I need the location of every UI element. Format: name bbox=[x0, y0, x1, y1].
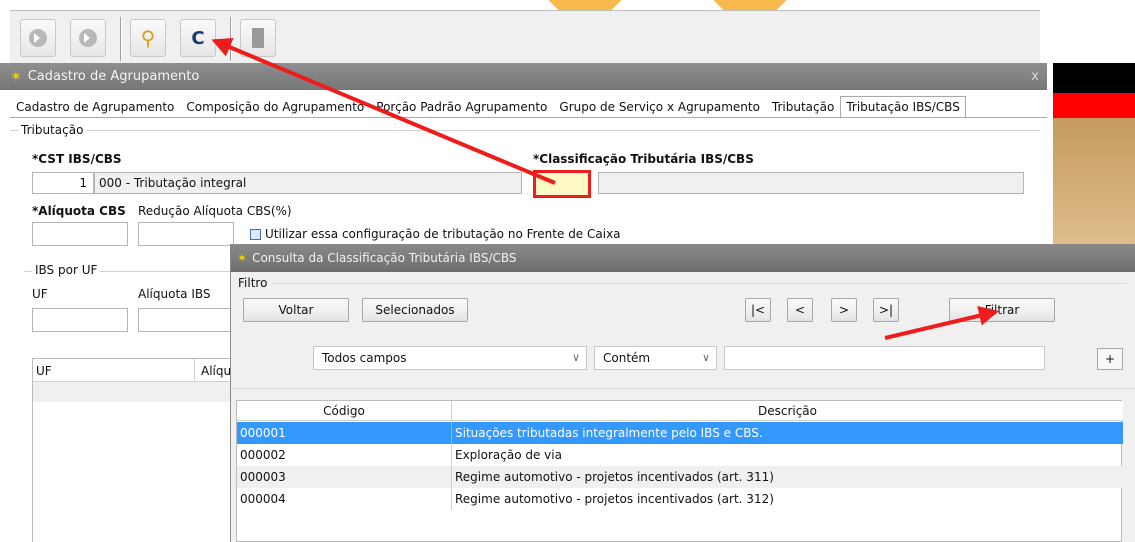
row-codigo: 000002 bbox=[237, 444, 452, 466]
classificacao-grid: Código Descrição 000001 Situações tribut… bbox=[236, 400, 1123, 542]
uf-grid-col-uf: UF bbox=[33, 359, 195, 381]
operator-select-value: Contém bbox=[603, 351, 651, 365]
disabled-bar-icon bbox=[252, 28, 264, 48]
disabled-button[interactable] bbox=[240, 19, 276, 57]
nav-first-button[interactable]: |< bbox=[745, 298, 771, 322]
reducao-aliquota-field[interactable] bbox=[138, 222, 234, 246]
uf-grid-header: UF Alíquo bbox=[33, 359, 243, 382]
nav-prev-button[interactable]: < bbox=[787, 298, 813, 322]
tab-porcao[interactable]: Porção Padrão Agrupamento bbox=[370, 96, 553, 118]
next-record-icon bbox=[79, 29, 97, 47]
tab-cadastro[interactable]: Cadastro de Agrupamento bbox=[10, 96, 180, 118]
cst-desc-value: 000 - Tributação integral bbox=[99, 176, 247, 190]
app-star-icon: ✶ bbox=[237, 251, 248, 265]
tab-tributacao-ibs-cbs[interactable]: Tributação IBS/CBS bbox=[840, 96, 966, 118]
aliquota-cbs-field[interactable] bbox=[32, 222, 128, 246]
uf-grid: UF Alíquo bbox=[32, 358, 243, 542]
uf-field[interactable] bbox=[32, 308, 128, 332]
close-icon[interactable]: x bbox=[1031, 69, 1039, 84]
tab-composicao[interactable]: Composição do Agrupamento bbox=[180, 96, 370, 118]
consulta-c-icon: C bbox=[191, 27, 205, 49]
divider bbox=[231, 388, 1135, 389]
first-record-icon bbox=[29, 29, 47, 47]
main-window-title: Cadastro de Agrupamento bbox=[27, 69, 200, 84]
dialog-title: Consulta da Classificação Tributária IBS… bbox=[252, 251, 517, 265]
background-window-strip bbox=[1053, 118, 1135, 253]
group-title-tributacao: Tributação bbox=[18, 123, 87, 137]
cst-desc-field: 000 - Tributação integral bbox=[94, 172, 522, 194]
row-descricao: Regime automotivo - projetos incentivado… bbox=[455, 470, 774, 484]
frente-caixa-checkbox[interactable] bbox=[250, 229, 261, 240]
first-record-button[interactable] bbox=[20, 19, 56, 57]
next-record-button[interactable] bbox=[70, 19, 106, 57]
row-descricao: Situações tributadas integralmente pelo … bbox=[455, 426, 763, 440]
aliquota-ibs-label: Alíquota IBS bbox=[138, 287, 211, 301]
reducao-aliquota-label: Redução Alíquota CBS(%) bbox=[138, 204, 292, 218]
nav-last-button[interactable]: >| bbox=[873, 298, 899, 322]
app-star-icon: ✶ bbox=[10, 68, 22, 85]
cst-code-value: 1 bbox=[79, 176, 87, 190]
search-input[interactable] bbox=[724, 346, 1045, 370]
aliquota-cbs-label: *Alíquota CBS bbox=[32, 204, 126, 218]
toolbar-separator bbox=[230, 17, 232, 61]
table-row[interactable]: 000002 Exploração de via bbox=[237, 444, 1123, 466]
search-button[interactable]: ⚲ bbox=[130, 19, 166, 57]
group-border bbox=[271, 283, 1126, 284]
group-border bbox=[10, 130, 1040, 131]
cst-label: *CST IBS/CBS bbox=[32, 152, 122, 166]
row-codigo: 000001 bbox=[237, 422, 452, 444]
chevron-down-icon: ∨ bbox=[701, 351, 710, 364]
row-codigo: 000003 bbox=[237, 466, 452, 488]
consulta-dialog: ✶ Consulta da Classificação Tributária I… bbox=[230, 244, 1135, 542]
classificacao-label: *Classificação Tributária IBS/CBS bbox=[533, 152, 754, 166]
row-descricao: Exploração de via bbox=[455, 448, 562, 462]
grid-header: Código Descrição bbox=[237, 401, 1123, 421]
background-window-strip bbox=[1053, 63, 1135, 93]
background-window-strip bbox=[1053, 93, 1135, 118]
filtrar-button[interactable]: Filtrar bbox=[949, 298, 1055, 322]
selecionados-button[interactable]: Selecionados bbox=[362, 298, 468, 322]
grid-col-codigo[interactable]: Código bbox=[237, 401, 452, 421]
screen: ⚲ C ✶ Cadastro de Agrupamento x Cadastro… bbox=[0, 0, 1135, 542]
uf-grid-row bbox=[33, 382, 243, 402]
table-row[interactable]: 000004 Regime automotivo - projetos ince… bbox=[237, 488, 1123, 510]
row-descricao: Regime automotivo - projetos incentivado… bbox=[455, 492, 774, 506]
group-title-ibs-uf: IBS por UF bbox=[32, 263, 101, 277]
nav-next-button[interactable]: > bbox=[831, 298, 857, 322]
tab-tributacao[interactable]: Tributação bbox=[766, 96, 840, 118]
tab-bar: Cadastro de Agrupamento Composição do Ag… bbox=[10, 96, 966, 118]
toolbar-separator bbox=[120, 17, 122, 61]
field-select-value: Todos campos bbox=[322, 351, 407, 365]
toolbar: ⚲ C bbox=[10, 10, 1040, 65]
main-window-titlebar: ✶ Cadastro de Agrupamento x bbox=[0, 63, 1047, 90]
add-filter-button[interactable]: + bbox=[1097, 348, 1123, 370]
frente-caixa-label: Utilizar essa configuração de tributação… bbox=[265, 227, 621, 241]
classificacao-code-field[interactable] bbox=[533, 170, 591, 198]
field-select[interactable]: Todos campos ∨ bbox=[313, 346, 587, 370]
table-row[interactable]: 000003 Regime automotivo - projetos ince… bbox=[237, 466, 1123, 488]
table-row[interactable]: 000001 Situações tributadas integralment… bbox=[237, 422, 1123, 444]
filter-group-title: Filtro bbox=[238, 276, 268, 290]
tab-grupo-servico[interactable]: Grupo de Serviço x Agrupamento bbox=[553, 96, 766, 118]
chevron-down-icon: ∨ bbox=[571, 351, 580, 364]
uf-label: UF bbox=[32, 287, 48, 301]
consulta-button[interactable]: C bbox=[180, 19, 216, 57]
cst-code-field[interactable]: 1 bbox=[32, 172, 94, 194]
row-codigo: 000004 bbox=[237, 488, 452, 510]
dialog-titlebar: ✶ Consulta da Classificação Tributária I… bbox=[231, 244, 1135, 272]
classificacao-desc-field bbox=[598, 172, 1024, 194]
aliquota-ibs-field[interactable] bbox=[138, 308, 234, 332]
operator-select[interactable]: Contém ∨ bbox=[594, 346, 717, 370]
voltar-button[interactable]: Voltar bbox=[243, 298, 349, 322]
search-icon: ⚲ bbox=[140, 26, 156, 50]
grid-col-descricao[interactable]: Descrição bbox=[452, 401, 1123, 421]
